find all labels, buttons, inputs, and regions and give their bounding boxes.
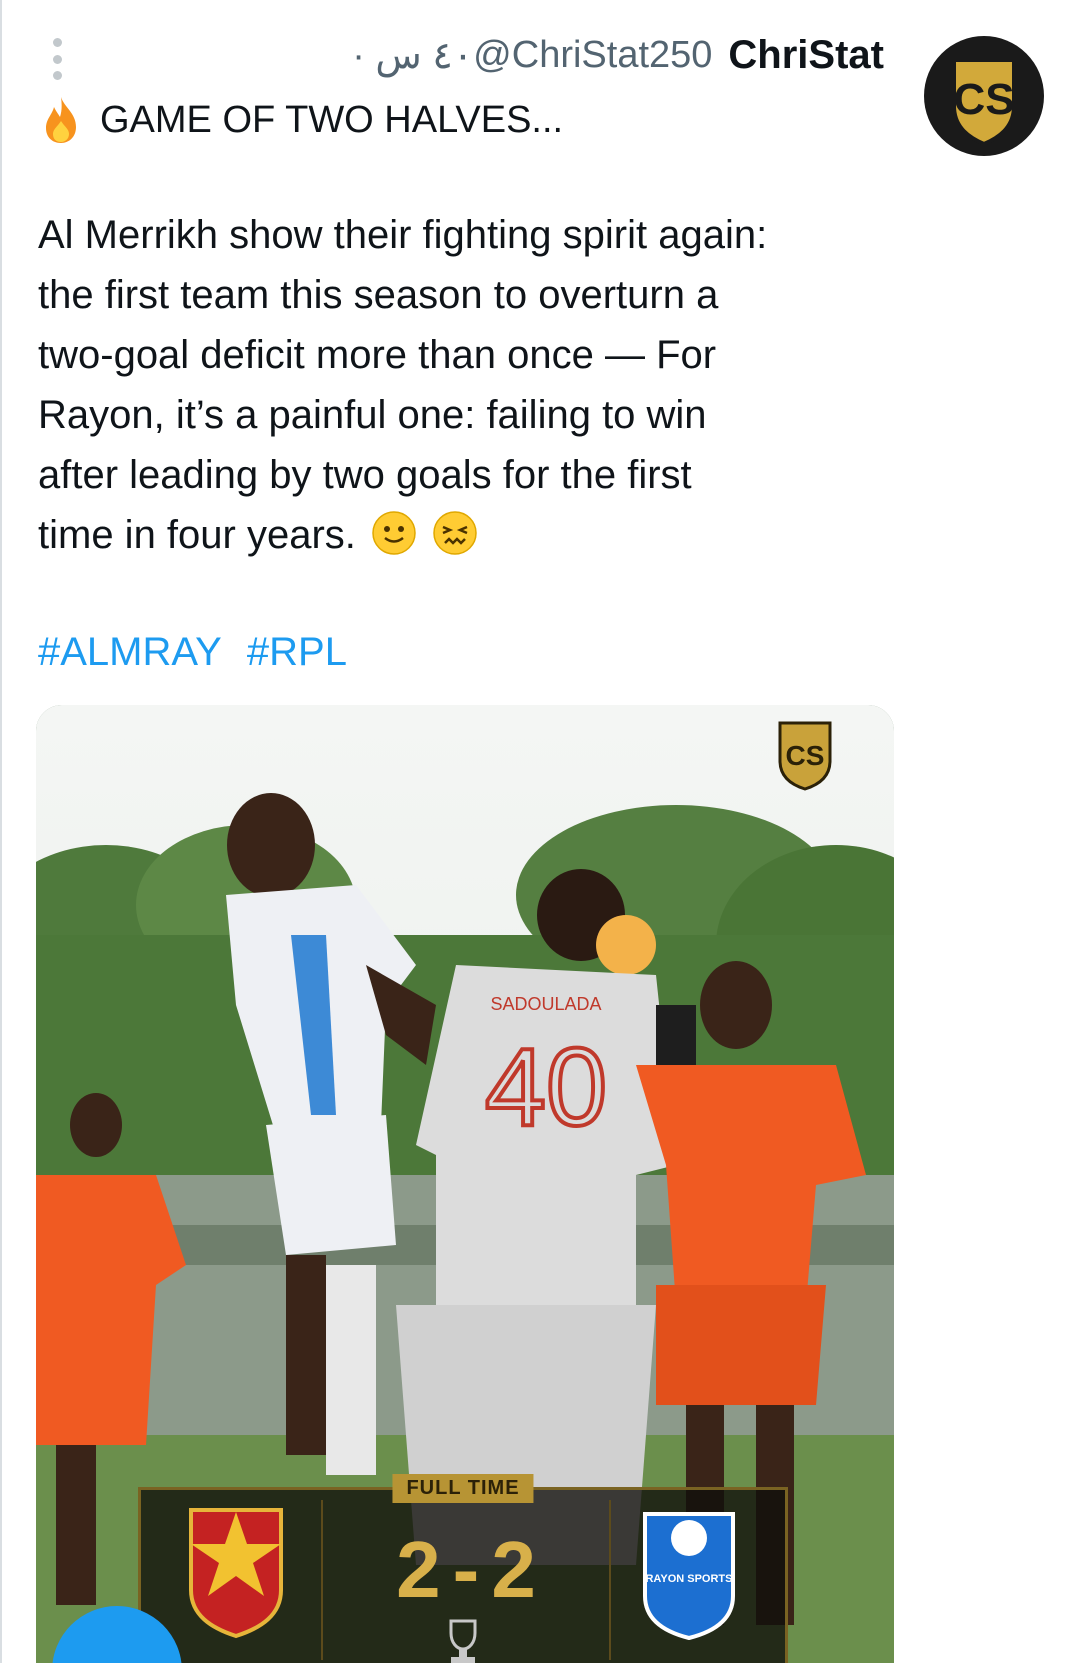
headline-text: GAME OF TWO HALVES... (100, 98, 564, 141)
tweet-image[interactable]: SADOULADA 40 CS FULL TIME 2-2 RAYON SPOR… (36, 705, 894, 1663)
hashtag-rpl[interactable]: #RPL (247, 630, 347, 674)
score: 2-2 (331, 1524, 601, 1616)
fire-icon (46, 97, 76, 143)
tweet-line: the first team this season to overturn a (38, 273, 719, 317)
tweet-line-text: time in four years. (38, 513, 356, 557)
jersey-number: 40 (485, 1026, 607, 1149)
full-time-label: FULL TIME (392, 1474, 534, 1503)
trophy-icon (449, 1619, 477, 1663)
avatar-logo-text: CS (953, 75, 1014, 124)
tweet-line-last: time in four years. (38, 505, 898, 565)
score-divider (609, 1500, 611, 1660)
cs-logo-icon: CS (952, 58, 1016, 147)
timestamp[interactable]: ٤٠ س · (352, 33, 473, 78)
score-divider (321, 1500, 323, 1660)
tweet-line: Rayon, it’s a painful one: failing to wi… (38, 393, 707, 437)
vertical-dots-icon[interactable] (50, 38, 64, 80)
tweet-header: ٤٠ س · @ChriStat250 ChriStat (352, 30, 884, 80)
display-name[interactable]: ChriStat (728, 33, 884, 78)
home-score: 2 (396, 1525, 441, 1614)
tired-face-icon (433, 511, 477, 555)
avatar[interactable]: CS (924, 36, 1044, 156)
rayon-sports-badge-icon: RAYON SPORTS (643, 1512, 735, 1640)
score-board: FULL TIME 2-2 RAYON SPORTS (138, 1474, 788, 1663)
al-merrikh-badge-icon (189, 1508, 283, 1639)
tweet-line: after leading by two goals for the first (38, 453, 692, 497)
headline: GAME OF TWO HALVES... (40, 90, 563, 150)
hashtag-almray[interactable]: #ALMRAY (38, 630, 222, 674)
away-score: 2 (491, 1525, 536, 1614)
slightly-smiling-face-icon (372, 511, 416, 555)
left-divider (0, 0, 2, 1663)
jersey-name: SADOULADA (490, 994, 601, 1014)
user-handle[interactable]: @ChriStat250 (473, 34, 712, 77)
tweet-text: Al Merrikh show their fighting spirit ag… (38, 205, 898, 565)
hashtags: #ALMRAY #RPL (38, 630, 361, 675)
tweet-line: two-goal deficit more than once — For (38, 333, 717, 377)
watermark-logo: CS (778, 721, 832, 791)
tweet-line: Al Merrikh show their fighting spirit ag… (38, 213, 768, 257)
away-badge-text: RAYON SPORTS (645, 1573, 732, 1585)
score-separator: - (452, 1525, 480, 1614)
watermark-logo-text: CS (786, 740, 825, 771)
